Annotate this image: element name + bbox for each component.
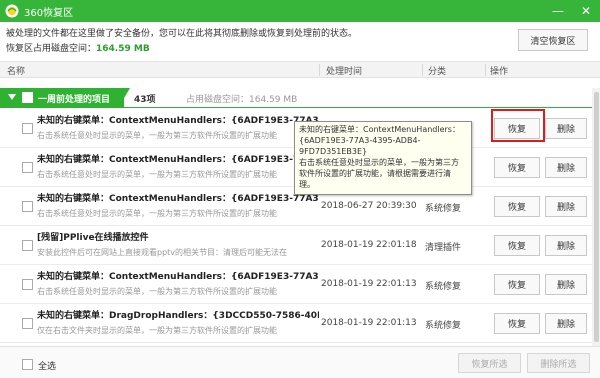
close-button[interactable]: ✕ — [572, 0, 600, 22]
restore-button-highlight — [491, 109, 545, 142]
item-description: 安装此控件后可在网站上直接观看pptv的相关节目：清理后可能无法在 — [37, 248, 288, 257]
window-title: 360恢复区 — [24, 7, 74, 19]
collapse-arrow-icon[interactable] — [8, 94, 16, 100]
tooltip-line: 9FD7D351EB3E} — [299, 147, 368, 156]
minimize-button[interactable]: — — [544, 0, 572, 22]
tooltip-line: {6ADF19E3-77A3-4395-ADB4- — [299, 136, 421, 145]
tooltip-line: 理。 — [299, 180, 315, 189]
item-category: 系统修复 — [425, 321, 462, 331]
item-description: 仅在右击文件夹时显示的菜单，一般为第三方软件所设置的扩展功能 — [37, 326, 277, 335]
list-item[interactable]: 未知的右键菜单：ContextMenuHandlers：{6ADF19E3-77… — [0, 265, 592, 304]
list-item[interactable]: [残留]PPlive在线播放控件 安装此控件后可在网站上直接观看pptv的相关节… — [0, 226, 592, 265]
group-checkbox[interactable] — [22, 92, 33, 103]
disk-usage-value: 164.59 MB — [96, 44, 150, 54]
item-name: 未知的右键菜单：ContextMenuHandlers：{6ADF19E3-77… — [37, 194, 319, 204]
select-all-label[interactable]: 全选 — [38, 359, 56, 372]
group-tab-tail — [118, 88, 130, 108]
item-tooltip: 未知的右键菜单：ContextMenuHandlers： {6ADF19E3-7… — [294, 121, 472, 195]
delete-button[interactable]: 删除 — [545, 118, 587, 139]
group-header[interactable]: 一周前处理的项目 43项 占用磁盘空间：164.59 MB — [0, 88, 592, 108]
column-action: 操作 — [490, 67, 509, 77]
restore-selected-button[interactable]: 恢复所选 — [458, 353, 521, 373]
item-description: 右击系统任意处时显示的菜单，一般为第三方软件所设置的扩展功能 — [37, 287, 277, 296]
row-checkbox[interactable] — [22, 201, 33, 212]
restore-button[interactable]: 恢复 — [494, 313, 540, 334]
item-category: 系统修复 — [425, 204, 462, 214]
item-name: 未知的右键菜单：ContextMenuHandlers：{6ADF19E3-77… — [37, 155, 319, 165]
row-checkbox[interactable] — [22, 240, 33, 251]
column-category[interactable]: 分类 — [428, 64, 446, 77]
delete-button[interactable]: 删除 — [545, 235, 587, 256]
delete-button[interactable]: 删除 — [545, 157, 587, 178]
column-header: 名称 处理时间 分类 操作 — [0, 61, 600, 78]
delete-button[interactable]: 删除 — [545, 196, 587, 217]
delete-button[interactable]: 删除 — [545, 313, 587, 334]
column-time[interactable]: 处理时间 — [326, 64, 362, 77]
item-time: 2018-01-19 22:01:13 — [321, 318, 417, 328]
row-checkbox[interactable] — [22, 279, 33, 290]
title-bar: 360恢复区 — ✕ — [0, 0, 600, 22]
select-all-checkbox[interactable] — [22, 359, 33, 370]
group-disk-usage: 占用磁盘空间：164.59 MB — [186, 95, 298, 105]
footer-bar: 全选 恢复所选 删除所选 — [0, 346, 600, 378]
group-count: 43项 — [134, 95, 156, 105]
item-time: 2018-06-27 20:39:30 — [321, 201, 417, 211]
group-label: 一周前处理的项目 — [38, 95, 111, 105]
item-description: 右击系统任意处时显示的菜单，一般为第三方软件所设置的扩展功能 — [37, 131, 277, 140]
item-name: [残留]PPlive在线播放控件 — [37, 233, 149, 243]
column-separator — [319, 64, 320, 76]
tooltip-line: 右击系统任意处时显示的菜单，一般为第三方 — [299, 158, 459, 167]
delete-selected-button[interactable]: 删除所选 — [527, 353, 590, 373]
restore-button[interactable]: 恢复 — [494, 196, 540, 217]
row-checkbox[interactable] — [22, 123, 33, 134]
info-panel: 被处理的文件都在这里做了安全备份，您可以在此将其彻底删除或恢复到处理前的状态。 … — [6, 27, 357, 57]
item-time: 2018-01-19 22:01:18 — [321, 240, 417, 250]
row-checkbox[interactable] — [22, 162, 33, 173]
clear-recovery-button[interactable]: 清空恢复区 — [518, 29, 588, 51]
360-logo-icon — [5, 4, 19, 18]
scrollbar-thumb[interactable] — [594, 92, 599, 342]
item-category: 系统修复 — [425, 282, 462, 292]
row-checkbox[interactable] — [22, 318, 33, 329]
tooltip-line: 未知的右键菜单：ContextMenuHandlers： — [299, 125, 460, 134]
item-category: 清理插件 — [425, 243, 462, 253]
item-time: 2018-01-19 22:01:13 — [321, 279, 417, 289]
item-name: 未知的右键菜单：ContextMenuHandlers：{6ADF19E3-77… — [37, 116, 319, 126]
restore-button[interactable]: 恢复 — [494, 274, 540, 295]
info-text: 被处理的文件都在这里做了安全备份，您可以在此将其彻底删除或恢复到处理前的状态。 — [6, 29, 358, 39]
tooltip-line: 软件所设置的扩展功能，请根据需要进行清 — [299, 169, 451, 178]
column-separator — [485, 64, 486, 76]
restore-button[interactable]: 恢复 — [494, 235, 540, 256]
list-item[interactable]: 未知的右键菜单：DragDropHandlers：{3DCCD550-7586-… — [0, 304, 592, 343]
column-name[interactable]: 名称 — [7, 64, 25, 77]
disk-usage-label: 恢复区占用磁盘空间： — [6, 44, 97, 54]
disk-usage: 恢复区占用磁盘空间：164.59 MB — [6, 42, 357, 57]
restore-button[interactable]: 恢复 — [494, 157, 540, 178]
item-description: 右击系统任意处时显示的菜单，一般为第三方软件所设置的扩展功能 — [37, 170, 277, 179]
column-separator — [422, 64, 423, 76]
item-description: 右击系统任意处时显示的菜单，一般为第三方软件所设置的扩展功能 — [37, 209, 277, 218]
item-name: 未知的右键菜单：DragDropHandlers：{3DCCD550-7586-… — [37, 311, 319, 321]
delete-button[interactable]: 删除 — [545, 274, 587, 295]
item-name: 未知的右键菜单：ContextMenuHandlers：{6ADF19E3-77… — [37, 272, 319, 282]
